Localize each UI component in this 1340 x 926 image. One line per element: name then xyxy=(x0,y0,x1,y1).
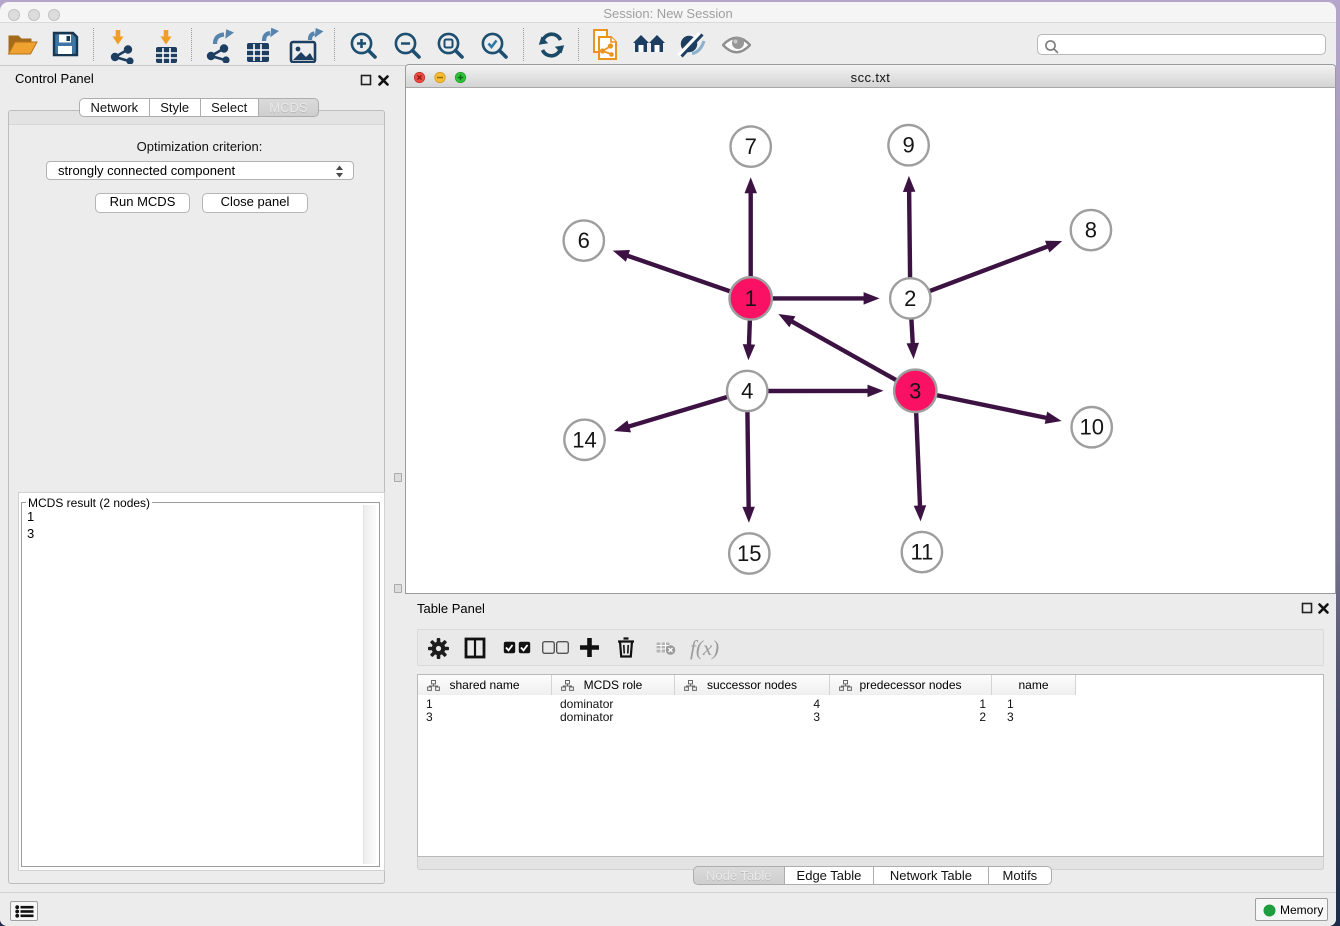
svg-text:7: 7 xyxy=(745,134,757,159)
svg-text:8: 8 xyxy=(1085,218,1097,243)
svg-text:9: 9 xyxy=(902,133,914,158)
svg-text:2: 2 xyxy=(904,286,916,311)
svg-text:6: 6 xyxy=(578,228,590,253)
svg-text:4: 4 xyxy=(741,379,753,404)
svg-text:3: 3 xyxy=(909,378,921,403)
svg-text:14: 14 xyxy=(572,427,596,452)
svg-text:11: 11 xyxy=(910,540,933,565)
svg-text:15: 15 xyxy=(737,541,761,566)
svg-text:1: 1 xyxy=(745,286,757,311)
svg-text:10: 10 xyxy=(1079,415,1103,440)
